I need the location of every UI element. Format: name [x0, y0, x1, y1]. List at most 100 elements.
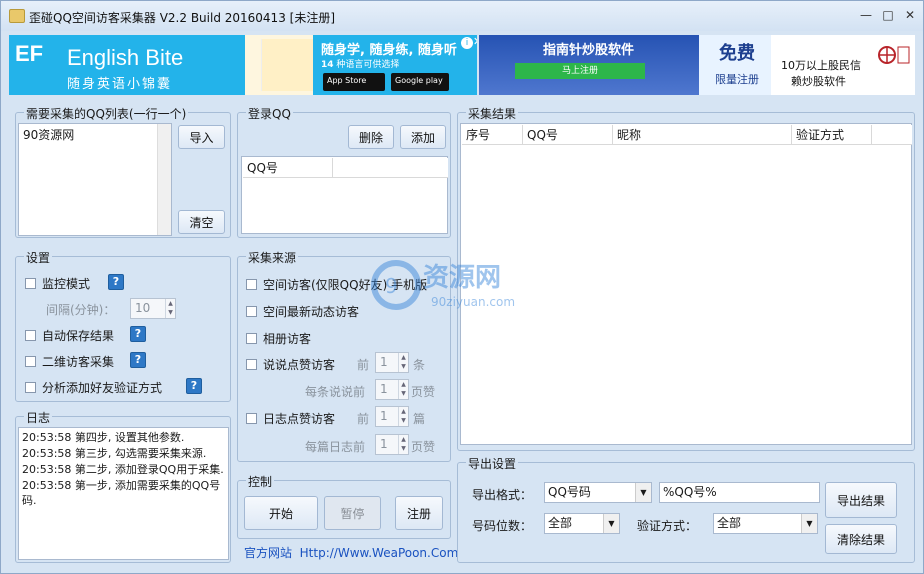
- per-shuoshuo-spinner[interactable]: 1 ▲ ▼: [375, 379, 409, 400]
- recent-visitor-checkbox[interactable]: 空间最新动态访客: [246, 303, 359, 320]
- verify-value: 全部: [717, 516, 742, 530]
- dropdown-arrow-icon[interactable]: ▼: [801, 514, 817, 533]
- settings-legend: 设置: [24, 249, 53, 266]
- start-button[interactable]: 开始: [244, 496, 318, 530]
- analyze-verify-checkbox[interactable]: 分析添加好友验证方式: [25, 379, 162, 396]
- delete-qq-button[interactable]: 删除: [348, 125, 394, 149]
- ad-banner-english[interactable]: EF English Bite 随身英语小锦囊 随身学, 随身练, 随身听 14…: [9, 35, 477, 95]
- spinner-arrows-icon[interactable]: ▲ ▼: [398, 380, 408, 399]
- results-table[interactable]: 序号 QQ号 昵称 验证方式: [460, 123, 912, 445]
- spinner-arrows-icon[interactable]: ▲ ▼: [398, 435, 408, 454]
- checkbox-box[interactable]: [25, 330, 36, 341]
- format-template-input[interactable]: %QQ号%: [659, 482, 820, 503]
- qrcode-visitor-checkbox[interactable]: 二维访客采集: [25, 353, 114, 370]
- qq-list-scrollbar[interactable]: [157, 124, 171, 235]
- dropdown-arrow-icon[interactable]: ▼: [603, 514, 619, 533]
- digits-select[interactable]: 全部 ▼: [544, 513, 620, 534]
- import-button[interactable]: 导入: [178, 125, 225, 149]
- interval-value: 10: [135, 301, 151, 315]
- spinner-arrows-icon[interactable]: ▲ ▼: [165, 299, 175, 318]
- help-icon[interactable]: ?: [130, 326, 146, 342]
- checkbox-box[interactable]: [246, 413, 257, 424]
- checkbox-box[interactable]: [25, 356, 36, 367]
- qrcode-visitor-label: 二维访客采集: [42, 355, 115, 369]
- minimize-button[interactable]: —: [855, 6, 877, 24]
- col-verify[interactable]: 验证方式: [792, 125, 872, 144]
- ad-info-icon[interactable]: i: [461, 37, 473, 49]
- checkbox-box[interactable]: [246, 359, 257, 370]
- login-qq-list[interactable]: QQ号: [241, 156, 448, 234]
- checkbox-box[interactable]: [25, 382, 36, 393]
- clear-results-button[interactable]: 清除结果: [825, 524, 897, 554]
- blog-count-spinner[interactable]: 1 ▲ ▼: [375, 406, 409, 427]
- auto-save-checkbox[interactable]: 自动保存结果: [25, 327, 114, 344]
- ad-text-line2: 赖炒股软件: [791, 75, 846, 88]
- log-textarea[interactable]: 20:53:58 第四步, 设置其他参数. 20:53:58 第三步, 勾选需要…: [18, 427, 229, 560]
- log-line: 20:53:58 第三步, 勾选需要采集来源.: [22, 447, 207, 460]
- title-bar: 歪碰QQ空间访客采集器 V2.2 Build 20160413 [未注册] — …: [1, 1, 923, 31]
- digits-value: 全部: [548, 516, 573, 530]
- spinner-arrows-icon[interactable]: ▲ ▼: [398, 353, 408, 372]
- ad-slogan-2: 14 种语言可供选择: [321, 57, 399, 70]
- source-legend: 采集来源: [246, 249, 299, 266]
- shuoshuo-like-checkbox[interactable]: 说说点赞访客: [246, 356, 335, 373]
- export-legend: 导出设置: [466, 455, 519, 472]
- col-nickname[interactable]: 昵称: [613, 125, 792, 144]
- shuoshuo-count-spinner[interactable]: 1 ▲ ▼: [375, 352, 409, 373]
- album-visitor-checkbox[interactable]: 相册访客: [246, 330, 311, 347]
- per-blog-unit: 页赞: [411, 440, 436, 454]
- add-qq-button[interactable]: 添加: [400, 125, 446, 149]
- app-icon: [9, 9, 25, 23]
- blog-like-label: 日志点赞访客: [263, 412, 336, 426]
- app-store-badge[interactable]: App Store: [323, 73, 385, 91]
- checkbox-box[interactable]: [246, 333, 257, 344]
- help-icon[interactable]: ?: [130, 352, 146, 368]
- monitor-mode-checkbox[interactable]: 监控模式: [25, 275, 90, 292]
- google-play-badge[interactable]: Google play: [391, 73, 449, 91]
- results-legend: 采集结果: [466, 105, 519, 122]
- monitor-mode-label: 监控模式: [42, 277, 91, 291]
- blog-like-checkbox[interactable]: 日志点赞访客: [246, 410, 335, 427]
- interval-spinner[interactable]: 10 ▲ ▼: [130, 298, 176, 319]
- checkbox-box[interactable]: [25, 278, 36, 289]
- space-visitor-checkbox[interactable]: 空间访客(仅限QQ好友) 手机版: [246, 276, 427, 293]
- official-site-link[interactable]: 官方网站 Http://Www.WeaPoon.Com: [244, 544, 458, 561]
- col-index[interactable]: 序号: [462, 125, 523, 144]
- ad-slogan-2-text: 种语言可供选择: [336, 60, 400, 70]
- close-button[interactable]: ✕: [899, 6, 921, 24]
- help-icon[interactable]: ?: [108, 274, 124, 290]
- maximize-button[interactable]: □: [877, 6, 899, 24]
- col-qq[interactable]: QQ号: [523, 125, 613, 144]
- login-qq-header: QQ号: [243, 158, 448, 178]
- official-site-url: Http://Www.WeaPoon.Com: [299, 546, 459, 560]
- export-results-button[interactable]: 导出结果: [825, 482, 897, 518]
- verify-select[interactable]: 全部 ▼: [713, 513, 818, 534]
- ad-stock-title: 指南针炒股软件: [543, 43, 635, 58]
- recent-visitor-label: 空间最新动态访客: [263, 305, 360, 319]
- shuoshuo-front-label: 前: [357, 358, 370, 372]
- log-line: 20:53:58 第一步, 添加需要采集的QQ号码.: [22, 479, 221, 507]
- space-visitor-label: 空间访客(仅限QQ好友) 手机版: [263, 278, 428, 292]
- format-select[interactable]: QQ号码 ▼: [544, 482, 652, 503]
- checkbox-box[interactable]: [246, 306, 257, 317]
- pause-button[interactable]: 暂停: [324, 496, 381, 530]
- spinner-arrows-icon[interactable]: ▲ ▼: [398, 407, 408, 426]
- app-window: 歪碰QQ空间访客采集器 V2.2 Build 20160413 [未注册] — …: [0, 0, 924, 574]
- log-line: 20:53:58 第四步, 设置其他参数.: [22, 431, 185, 444]
- dropdown-arrow-icon[interactable]: ▼: [635, 483, 651, 502]
- ad-register-button[interactable]: 马上注册: [515, 63, 645, 79]
- results-table-header: 序号 QQ号 昵称 验证方式: [462, 125, 912, 145]
- per-blog-spinner[interactable]: 1 ▲ ▼: [375, 434, 409, 455]
- register-button[interactable]: 注册: [395, 496, 443, 530]
- ad-close-icon[interactable]: ✕: [473, 35, 477, 48]
- clear-list-button[interactable]: 清空: [178, 210, 225, 234]
- qq-list-textarea[interactable]: 90资源网: [18, 123, 172, 236]
- format-template-value: %QQ号%: [663, 485, 717, 499]
- window-title: 歪碰QQ空间访客采集器 V2.2 Build 20160413 [未注册]: [29, 11, 336, 25]
- shuoshuo-like-label: 说说点赞访客: [263, 358, 336, 372]
- ad-brand: English Bite: [67, 45, 184, 70]
- per-shuoshuo-unit: 页赞: [411, 385, 436, 399]
- help-icon[interactable]: ?: [186, 378, 202, 394]
- checkbox-box[interactable]: [246, 279, 257, 290]
- ad-banner-stock[interactable]: 指南针炒股软件 马上注册 免费 限量注册 10万以上股民信 赖炒股软件: [479, 35, 915, 95]
